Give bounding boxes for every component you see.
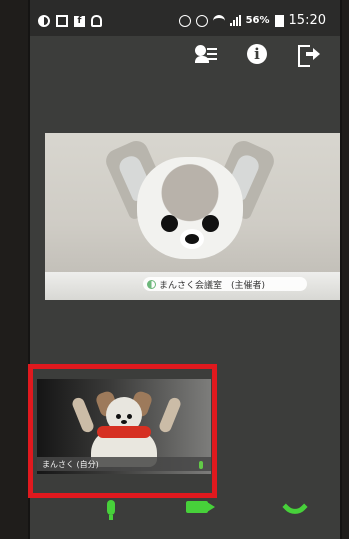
screen-icon	[56, 15, 68, 27]
main-video-feed: まんさく会議室 (主催者)	[45, 133, 340, 300]
dog-eye	[161, 215, 178, 232]
main-participant-name: まんさく会議室 (主催者)	[159, 280, 266, 291]
host-status-icon	[147, 279, 156, 289]
microphone-button[interactable]	[97, 493, 125, 521]
sync-icon	[178, 14, 191, 27]
bottom-call-controls	[28, 493, 338, 525]
main-participant-label: まんさく会議室 (主催者)	[143, 277, 307, 291]
status-bar: f 56% 15:20	[30, 0, 340, 36]
participants-button[interactable]	[195, 42, 219, 66]
video-button[interactable]	[183, 493, 215, 521]
status-left-icons: f	[38, 15, 102, 27]
self-preview-highlight	[28, 364, 217, 498]
phone-icon	[282, 494, 308, 520]
status-right-icons: 56% 15:20	[178, 13, 326, 28]
exit-icon	[296, 43, 320, 67]
dog-eye	[202, 215, 219, 232]
signal-icon	[229, 15, 241, 26]
wifi-icon	[212, 15, 225, 26]
hand-icon	[91, 15, 102, 27]
facebook-icon: f	[74, 15, 85, 27]
battery-percentage: 56%	[245, 15, 270, 26]
data-saver-icon	[38, 15, 50, 27]
alarm-icon	[195, 14, 208, 27]
exit-button[interactable]	[295, 42, 320, 67]
clock: 15:20	[288, 13, 326, 28]
dog-face	[137, 157, 243, 259]
info-button[interactable]: i	[245, 42, 269, 66]
call-toolbar: i	[30, 42, 340, 72]
plush-dog-image	[102, 135, 278, 260]
contacts-icon	[195, 44, 219, 64]
dog-nose	[185, 234, 199, 244]
microphone-icon	[107, 499, 115, 520]
battery-icon	[274, 14, 284, 27]
call-button[interactable]	[281, 493, 309, 521]
video-camera-icon	[186, 501, 215, 513]
info-icon: i	[247, 44, 267, 64]
